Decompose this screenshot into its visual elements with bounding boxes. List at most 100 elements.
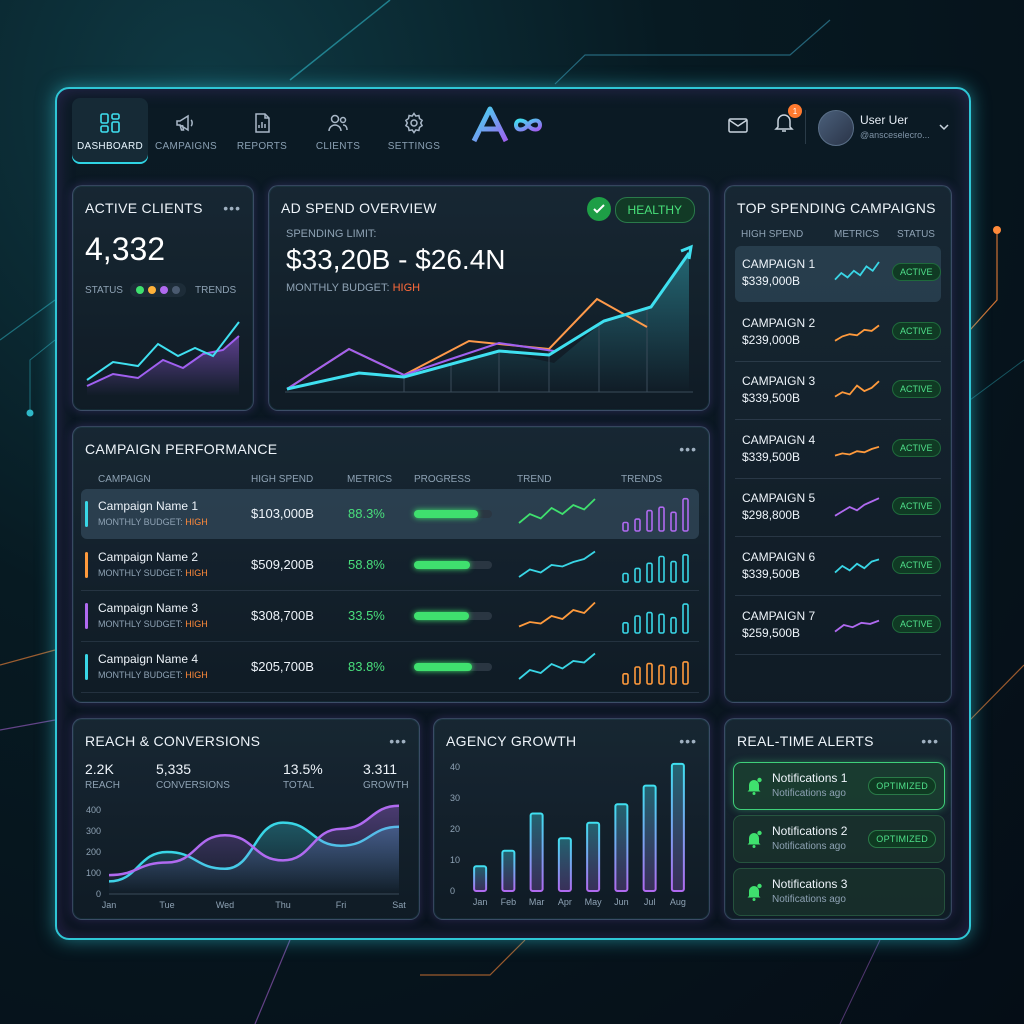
performance-row[interactable]: Campaign Name 3 MONTHLY SUDGET: HIGH $30… bbox=[81, 591, 699, 642]
performance-row[interactable]: Campaign Name 1 MONTHLY BUDGET: HIGH $10… bbox=[81, 489, 699, 539]
campaign-row[interactable]: CAMPAIGN 2 $239,000B ACTIVE bbox=[735, 305, 941, 362]
panel-title: REACH & CONVERSIONS bbox=[85, 733, 261, 749]
notifications-button[interactable]: 1 bbox=[772, 104, 802, 139]
budget-label: MONTHLY SUDGET: bbox=[98, 568, 183, 578]
performance-row[interactable]: Campaign Name 2 MONTHLY SUDGET: HIGH $50… bbox=[81, 540, 699, 591]
trend-bar bbox=[670, 511, 677, 532]
avatar[interactable] bbox=[818, 110, 854, 146]
stat-reach: 2.2K REACH bbox=[85, 761, 120, 791]
clients-trend-chart bbox=[86, 321, 240, 396]
campaign-row[interactable]: CAMPAIGN 5 $298,800B ACTIVE bbox=[735, 480, 941, 538]
trend-bar bbox=[646, 611, 653, 634]
monthly-budget: MONTHLY BUDGET: HIGH bbox=[98, 670, 208, 680]
x-tick-label: Sat bbox=[392, 900, 406, 910]
growth-bar bbox=[529, 812, 544, 892]
stat-growth: 3.311 GROWTH bbox=[363, 761, 409, 791]
campaign-amount: $339,500B bbox=[742, 449, 801, 464]
chevron-down-icon[interactable] bbox=[938, 121, 950, 133]
campaign-name: Campaign Name 1 bbox=[98, 499, 199, 513]
dashboard-icon bbox=[100, 112, 120, 133]
trend-bars bbox=[619, 546, 691, 584]
metric-value: 33.5% bbox=[348, 608, 385, 623]
campaign-name: CAMPAIGN 1 bbox=[742, 257, 816, 271]
x-tick-label: Jan bbox=[473, 897, 488, 907]
real-time-alerts-panel: REAL-TIME ALERTS ••• Notifications 1 Not… bbox=[724, 718, 952, 920]
trend-bar bbox=[646, 509, 653, 532]
users-icon bbox=[328, 114, 348, 131]
campaign-sparkline bbox=[833, 553, 881, 579]
user-name[interactable]: User Uer bbox=[860, 113, 908, 127]
nav-label: REPORTS bbox=[236, 140, 288, 152]
status-badge: ACTIVE bbox=[892, 497, 941, 516]
panel-title: CAMPAIGN PERFORMANCE bbox=[85, 441, 278, 457]
progress-fill bbox=[414, 612, 469, 620]
more-icon[interactable]: ••• bbox=[223, 200, 241, 216]
monthly-budget: MONTHLY SUDGET: HIGH bbox=[98, 568, 208, 578]
status-badge: ACTIVE bbox=[892, 380, 941, 399]
campaign-row[interactable]: CAMPAIGN 7 $259,500B ACTIVE bbox=[735, 598, 941, 655]
nav-label: CLIENTS bbox=[315, 140, 361, 152]
x-tick-label: Thu bbox=[275, 900, 291, 910]
growth-bar bbox=[501, 849, 516, 892]
stat-label: REACH bbox=[85, 780, 121, 791]
mail-icon[interactable] bbox=[726, 113, 750, 137]
x-tick-label: Feb bbox=[501, 897, 517, 907]
more-icon[interactable]: ••• bbox=[679, 733, 697, 749]
nav-campaigns[interactable]: CAMPAIGNS bbox=[148, 98, 224, 164]
x-tick-label: Jul bbox=[644, 897, 656, 907]
top-spending-panel: TOP SPENDING CAMPAIGNS HIGH SPEND METRIC… bbox=[724, 185, 952, 703]
nav-settings[interactable]: SETTINGS bbox=[376, 98, 452, 164]
alert-title: Notifications 3 bbox=[772, 877, 848, 891]
nav-reports[interactable]: REPORTS bbox=[224, 98, 300, 164]
x-tick-label: May bbox=[585, 897, 603, 907]
campaign-name: Campaign Name 4 bbox=[98, 652, 199, 666]
more-icon[interactable]: ••• bbox=[389, 733, 407, 749]
campaign-amount: $339,500B bbox=[742, 391, 801, 406]
agency-growth-panel: AGENCY GROWTH ••• 0 10 20 30 40 Jan Feb Mar Apr M… bbox=[433, 718, 710, 920]
panel-title: REAL-TIME ALERTS bbox=[737, 733, 874, 749]
more-icon[interactable]: ••• bbox=[921, 733, 939, 749]
alert-item[interactable]: Notifications 3 Notifications ago bbox=[733, 868, 945, 916]
growth-bar bbox=[557, 837, 572, 893]
alert-item[interactable]: Notifications 2 Notifications ago OPTIMIZ… bbox=[733, 815, 945, 863]
trend-bar bbox=[646, 662, 653, 685]
y-tick-label: 20 bbox=[450, 824, 460, 834]
campaign-row[interactable]: CAMPAIGN 1 $339,000B ACTIVE bbox=[735, 246, 941, 302]
trend-bar bbox=[622, 621, 629, 634]
bell-icon bbox=[747, 830, 762, 848]
stat-value: 2.2K bbox=[85, 761, 114, 777]
performance-row[interactable]: Campaign Name 4 MONTHLY BUDGET: HIGH $20… bbox=[81, 642, 699, 693]
campaign-name: CAMPAIGN 7 bbox=[742, 608, 816, 623]
high-spend-value: $103,000B bbox=[251, 506, 314, 521]
growth-chart: 0 10 20 30 40 Jan Feb Mar Apr May Jun Jul Aug bbox=[450, 762, 686, 907]
stat-label: CONVERSIONS bbox=[156, 780, 230, 791]
x-tick-label: Tue bbox=[159, 900, 174, 910]
accent-bar bbox=[85, 603, 88, 629]
x-tick-label: Fri bbox=[336, 900, 347, 910]
status-badge: ACTIVE bbox=[892, 263, 941, 281]
nav-label: SETTINGS bbox=[387, 140, 441, 152]
status-label: STATUS bbox=[85, 285, 123, 296]
bell-icon bbox=[747, 883, 762, 901]
campaign-row[interactable]: CAMPAIGN 3 $339,500B ACTIVE bbox=[735, 363, 941, 421]
trend-bar bbox=[670, 560, 677, 583]
campaign-row[interactable]: CAMPAIGN 6 $339,500B ACTIVE bbox=[735, 539, 941, 596]
status-dots bbox=[130, 283, 186, 297]
header-divider bbox=[805, 110, 806, 144]
metric-value: 58.8% bbox=[348, 557, 385, 572]
alert-item[interactable]: Notifications 1 Notifications ago OPTIMIZ… bbox=[733, 762, 945, 810]
nav-clients[interactable]: CLIENTS bbox=[300, 98, 376, 164]
column-header: TRENDS bbox=[621, 474, 663, 485]
campaign-name: Campaign Name 3 bbox=[98, 601, 199, 615]
campaign-row[interactable]: CAMPAIGN 4 $339,500B ACTIVE bbox=[735, 422, 941, 479]
y-tick-label: 300 bbox=[86, 826, 101, 836]
campaign-name: CAMPAIGN 3 bbox=[742, 374, 816, 389]
trend-bar bbox=[622, 521, 629, 532]
trend-bar bbox=[622, 572, 629, 583]
y-tick-label: 100 bbox=[86, 868, 101, 878]
nav-dashboard[interactable]: DASHBOARD bbox=[72, 98, 148, 164]
trend-bar bbox=[658, 613, 665, 634]
optimized-badge: OPTIMIZED bbox=[868, 777, 936, 795]
y-tick-label: 10 bbox=[450, 855, 460, 865]
more-icon[interactable]: ••• bbox=[679, 441, 697, 457]
